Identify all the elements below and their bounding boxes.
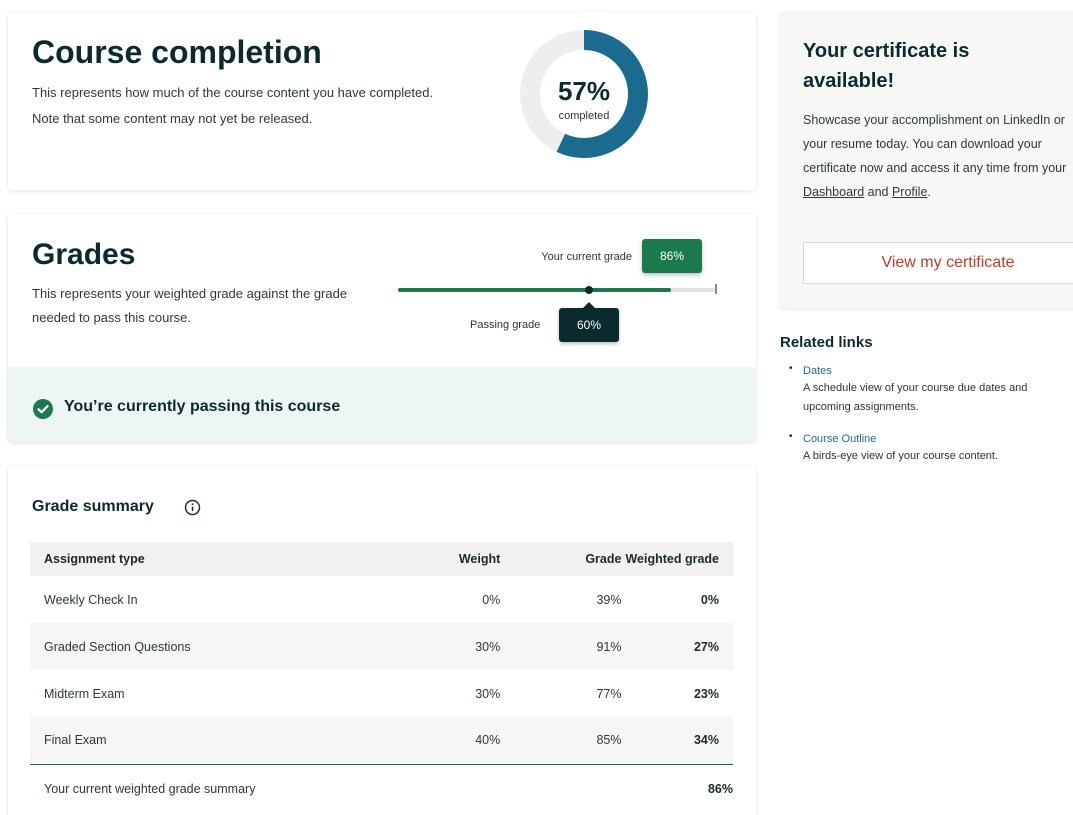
- total-label-cell: Your current weighted grade summary: [30, 763, 622, 814]
- passing-status-banner: You’re currently passing this course: [8, 367, 756, 442]
- grade-cell: 77%: [596, 686, 622, 701]
- grade-bar-fill: [398, 288, 672, 292]
- column-header-grade: Grade: [500, 542, 622, 576]
- grades-card: Grades This represents your weighted gra…: [8, 214, 756, 442]
- dates-link[interactable]: Dates: [803, 363, 1073, 379]
- table-header-row: Assignment type Weight Grade Weighted gr…: [30, 542, 733, 576]
- passing-grade-label: Passing grade: [470, 319, 541, 331]
- completion-percent: 57%: [557, 76, 611, 106]
- related-link-description: A schedule view of your course due dates…: [803, 382, 1028, 413]
- related-link-item: Dates A schedule view of your course due…: [780, 363, 1073, 417]
- weight-cell: 30%: [388, 623, 501, 670]
- completion-donut-chart: 57% completed: [516, 26, 652, 162]
- certificate-desc-text: Showcase your accomplishment on LinkedIn…: [803, 113, 1067, 175]
- table-row: Midterm Exam 30% 77% 23%: [30, 670, 733, 717]
- dashboard-link[interactable]: Dashboard: [803, 185, 864, 199]
- weighted-grade-cell: 34%: [621, 717, 733, 764]
- grade-summary-table: Assignment type Weight Grade Weighted gr…: [30, 542, 733, 814]
- passing-grade-marker: [584, 286, 593, 294]
- course-completion-card: Course completion This represents how mu…: [8, 12, 756, 190]
- weight-cell: 0%: [482, 592, 501, 607]
- passing-status-text: You’re currently passing this course: [64, 398, 341, 415]
- certificate-card: Your certificate is available! Showcase …: [780, 12, 1073, 308]
- assignment-type-cell: Graded Section Questions: [30, 623, 389, 670]
- column-header-weighted-grade: Weighted grade: [621, 542, 733, 576]
- assignment-type-cell: Midterm Exam: [44, 686, 125, 701]
- profile-link[interactable]: Profile: [892, 185, 927, 199]
- related-link-item: Course Outline A birds-eye view of your …: [780, 431, 1073, 466]
- grade-cell: 85%: [500, 717, 622, 764]
- total-value-cell: 86%: [621, 763, 733, 814]
- related-link-description: A birds-eye view of your course content.: [803, 450, 999, 462]
- course-outline-link[interactable]: Course Outline: [803, 431, 1073, 447]
- table-total-row: Your current weighted grade summary 86%: [30, 763, 733, 814]
- completion-label: completed: [558, 110, 610, 122]
- weight-cell: 40%: [388, 717, 501, 764]
- table-row: Graded Section Questions 30% 91% 27%: [30, 623, 733, 670]
- table-row: Final Exam 40% 85% 34%: [30, 717, 733, 764]
- grade-summary-title: Grade summary: [32, 498, 154, 515]
- weighted-grade-cell: 23%: [693, 686, 719, 701]
- assignment-type-cell: Weekly Check In: [44, 592, 138, 607]
- check-circle-icon: [33, 399, 53, 419]
- certificate-desc-and: and: [864, 185, 892, 199]
- grade-bar-end-tick: [715, 284, 717, 294]
- table-row: Weekly Check In 0% 39% 0%: [30, 576, 733, 623]
- column-header-assignment-type: Assignment type: [30, 542, 389, 576]
- assignment-type-cell: Final Exam: [30, 717, 389, 764]
- view-certificate-button[interactable]: View my certificate: [803, 242, 1073, 284]
- grades-title: Grades: [32, 238, 136, 271]
- info-icon[interactable]: [184, 499, 201, 516]
- certificate-desc-end: .: [927, 185, 931, 199]
- grade-summary-card: Grade summary Assignment type Weight Gra…: [8, 466, 756, 815]
- grade-bar-track: [398, 288, 716, 292]
- grade-cell: 91%: [500, 623, 622, 670]
- course-completion-title: Course completion: [32, 34, 322, 70]
- weighted-grade-cell: 0%: [700, 592, 719, 607]
- current-grade-label: Your current grade: [541, 251, 632, 263]
- passing-grade-badge: 60%: [559, 302, 619, 342]
- certificate-description: Showcase your accomplishment on LinkedIn…: [803, 108, 1073, 204]
- column-header-weight: Weight: [388, 542, 501, 576]
- grades-description: This represents your weighted grade agai…: [32, 286, 348, 325]
- course-completion-description: This represents how much of the course c…: [32, 85, 434, 126]
- current-grade-badge: 86%: [642, 239, 702, 273]
- weight-cell: 30%: [475, 686, 501, 701]
- related-links-section: Related links Dates A schedule view of y…: [780, 334, 1073, 480]
- related-links-title: Related links: [780, 334, 873, 351]
- certificate-title: Your certificate is available!: [803, 40, 970, 92]
- grade-cell: 39%: [596, 592, 622, 607]
- weighted-grade-cell: 27%: [621, 623, 733, 670]
